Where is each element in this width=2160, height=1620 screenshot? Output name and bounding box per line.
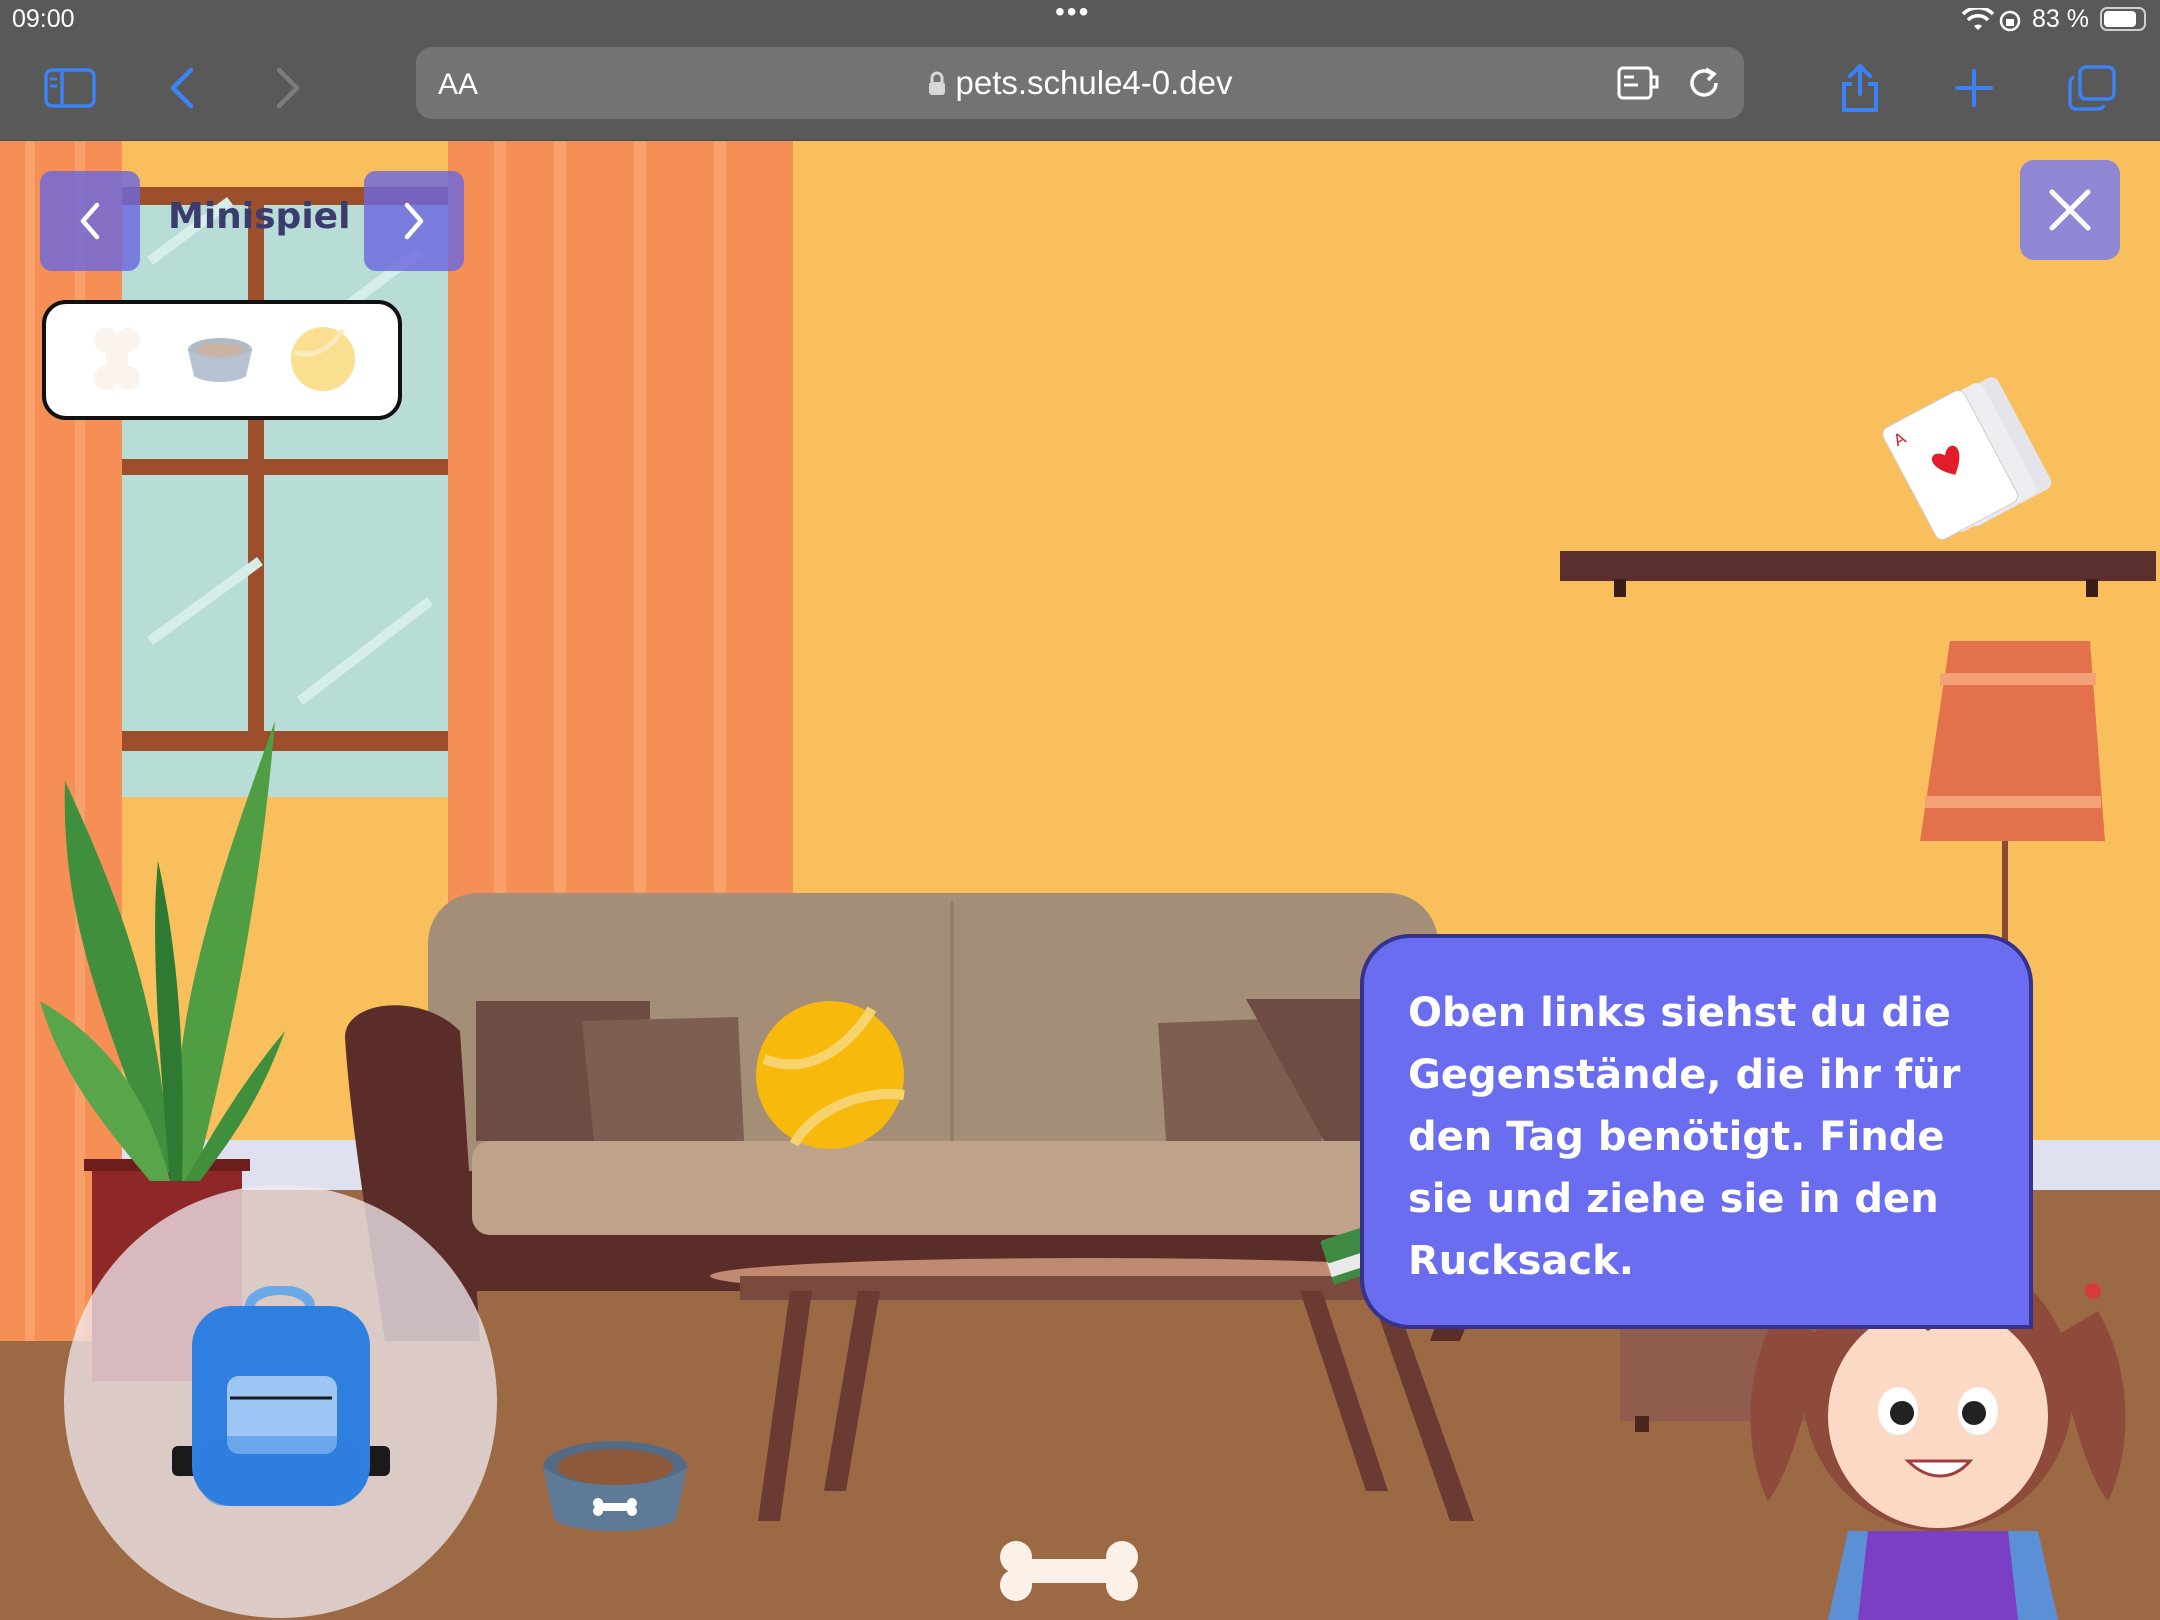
status-time: 09:00 (12, 5, 75, 33)
coffee-table (710, 1258, 1474, 1521)
url-text: pets.schule4-0.dev (955, 64, 1233, 101)
wall-shelf (1560, 551, 2156, 597)
battery-icon (2100, 7, 2146, 31)
url-display[interactable]: pets.schule4-0.dev (416, 47, 1744, 119)
sidebar-icon[interactable] (40, 58, 100, 118)
bowl-item-slot (188, 338, 252, 382)
next-button[interactable] (364, 171, 464, 271)
window (118, 187, 450, 797)
tabs-icon[interactable] (2062, 58, 2122, 118)
browser-toolbar: AA pets.schule4-0.dev (0, 40, 2160, 141)
wifi-icon (1962, 8, 1994, 30)
backpack-icon[interactable] (172, 1286, 390, 1514)
previous-button[interactable] (40, 171, 140, 271)
tennis-ball[interactable] (754, 999, 906, 1151)
status-bar: 09:00 ••• 83 % (0, 0, 2160, 40)
chevron-right-icon (404, 202, 424, 240)
multitasking-dots[interactable]: ••• (1055, 0, 1090, 28)
address-bar[interactable]: AA pets.schule4-0.dev (416, 47, 1744, 119)
new-tab-icon[interactable] (1944, 58, 2004, 118)
lock-icon (929, 71, 946, 95)
ball-item-slot (291, 327, 355, 391)
forward-icon[interactable] (258, 58, 318, 118)
bone-item-slot (94, 328, 140, 390)
reload-icon[interactable] (1684, 63, 1724, 107)
playing-cards: A (1882, 377, 2052, 540)
food-bowl[interactable] (540, 1439, 690, 1535)
extension-icon[interactable] (1616, 63, 1660, 107)
chevron-left-icon (80, 202, 100, 240)
needed-items-bar (42, 300, 402, 420)
share-icon[interactable] (1830, 58, 1890, 118)
battery-level (2104, 11, 2136, 27)
battery-percent: 83 % (2032, 5, 2089, 33)
orientation-lock-icon (1999, 10, 2021, 32)
minigame-title: Minispiel (168, 196, 351, 237)
close-icon (2049, 189, 2091, 231)
speech-bubble: Oben links siehst du die Gegenstände, di… (1360, 934, 2033, 1329)
dog-bone[interactable] (994, 1541, 1144, 1601)
close-button[interactable] (2020, 160, 2120, 260)
back-icon[interactable] (152, 58, 212, 118)
game-scene: A Oben links siehst du die Gegenstände, … (0, 141, 2160, 1620)
instruction-text: Oben links siehst du die Gegenstände, di… (1408, 990, 1961, 1284)
